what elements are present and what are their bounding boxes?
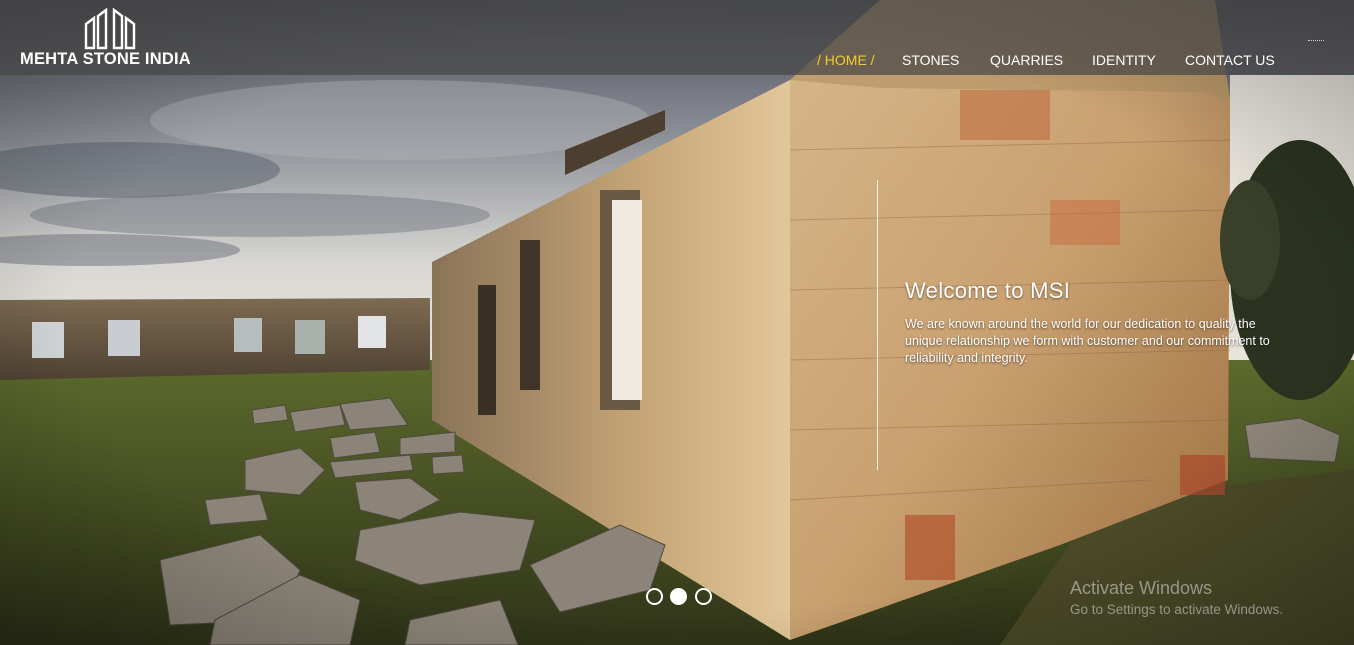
slider-pagination [646, 588, 726, 608]
watermark-subtitle: Go to Settings to activate Windows. [1070, 602, 1284, 617]
hero-text: We are known around the world for our de… [905, 317, 1270, 365]
nav-item-contact-us[interactable]: CONTACT US [1185, 52, 1275, 68]
hero-caption: Welcome to MSI We are known around the w… [905, 278, 1285, 367]
menu-dots-icon[interactable] [1308, 40, 1324, 45]
main-navigation: / HOME / STONES QUARRIES IDENTITY CONTAC… [0, 52, 1354, 72]
building-columns-icon [84, 8, 136, 50]
nav-item-home[interactable]: / HOME / [817, 52, 875, 68]
slider-dot-3[interactable] [695, 588, 712, 605]
site-header: MEHTA STONE INDIA / HOME / STONES QUARRI… [0, 0, 1354, 75]
caption-divider [877, 180, 878, 470]
nav-item-identity[interactable]: IDENTITY [1092, 52, 1156, 68]
nav-item-stones[interactable]: STONES [902, 52, 959, 68]
watermark-title: Activate Windows [1070, 578, 1213, 598]
hero-title: Welcome to MSI [905, 278, 1071, 303]
slider-dot-2[interactable] [670, 588, 687, 605]
nav-item-quarries[interactable]: QUARRIES [990, 52, 1063, 68]
windows-activation-watermark: Activate Windows Go to Settings to activ… [1070, 578, 1283, 617]
slider-dot-1[interactable] [646, 588, 663, 605]
